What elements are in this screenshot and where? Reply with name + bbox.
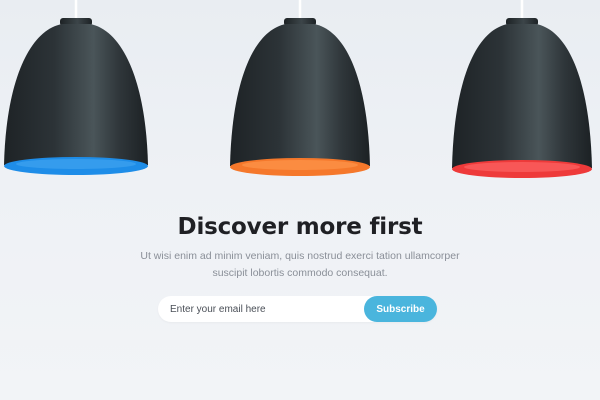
pendant-lamps-illustration bbox=[0, 0, 600, 200]
hero-section: Discover more first Ut wisi enim ad mini… bbox=[0, 212, 600, 282]
lamp-orange bbox=[230, 0, 370, 176]
lamp-shade bbox=[230, 24, 370, 166]
lamp-shade bbox=[452, 24, 592, 168]
page-title: Discover more first bbox=[177, 214, 423, 240]
hero-subtitle: Ut wisi enim ad minim veniam, quis nostr… bbox=[140, 250, 460, 279]
email-input[interactable] bbox=[158, 296, 363, 322]
lamp-shade bbox=[4, 24, 148, 165]
subscribe-button[interactable]: Subscribe bbox=[364, 296, 437, 322]
lamp-blue bbox=[4, 0, 148, 175]
newsletter-form: Subscribe bbox=[158, 296, 437, 322]
lamp-red bbox=[452, 0, 592, 178]
pendant-lamps-graphic bbox=[4, 0, 592, 178]
